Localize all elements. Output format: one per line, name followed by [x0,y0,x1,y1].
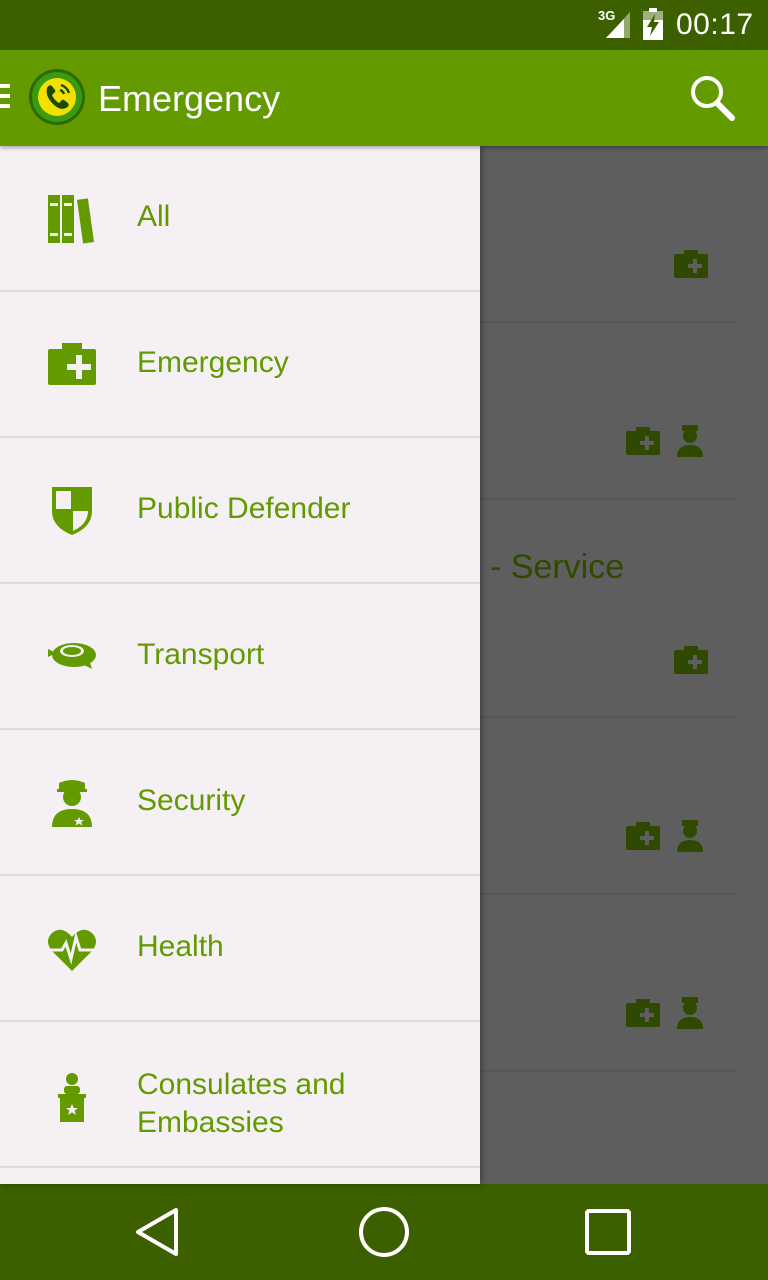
drawer-item-health[interactable]: Health [0,876,480,1022]
medical-kit-icon [48,343,96,385]
medical-kit-icon [674,646,708,674]
drawer-item-emergency[interactable]: Emergency [0,292,480,438]
background-list-text: - Service [490,548,625,586]
drawer-item-transport[interactable]: Transport [0,584,480,730]
drawer-item-label: Transport [137,638,265,671]
search-icon[interactable] [688,74,736,122]
list-item [480,718,736,895]
back-icon[interactable] [132,1206,184,1258]
police-officer-icon [677,425,703,457]
list-item [480,895,736,1072]
drawer-item-consulates-embassies[interactable]: Consulates and Embassies [0,1022,480,1168]
drawer-item-label: Security [137,784,246,817]
home-icon[interactable] [358,1206,410,1258]
vehicle-icon [48,643,96,669]
clock: 00:17 [676,8,754,41]
drawer-item-security[interactable]: Security [0,730,480,876]
books-icon [48,195,95,244]
status-bar: 3G 00:17 [0,0,768,50]
drawer-item-label: Health [137,930,224,963]
heartbeat-icon [48,929,96,971]
drawer-item-label: All [137,200,171,233]
police-officer-icon [52,780,92,827]
app-title: Emergency [98,78,281,119]
police-officer-icon [677,820,703,852]
phone-logo-icon [29,69,85,125]
podium-icon [58,1073,86,1122]
list-item [480,500,736,718]
drawer-item-label: Emergency [137,346,289,379]
medical-kit-icon [674,250,708,278]
signal-icon [606,12,630,38]
background-list: - Service [480,146,768,1184]
app-bar: Emergency [0,50,768,146]
medical-kit-icon [626,427,660,455]
recents-icon[interactable] [582,1206,634,1258]
menu-icon[interactable] [0,84,10,114]
medical-kit-icon [626,822,660,850]
medical-kit-icon [626,999,660,1027]
list-item [480,146,736,323]
navigation-drawer: All Emergency Public Defender Transport [0,146,480,1184]
drawer-item-public-defender[interactable]: Public Defender [0,438,480,584]
shield-icon [52,487,92,535]
battery-charging-icon [643,8,663,40]
drawer-item-all[interactable]: All [0,146,480,292]
police-officer-icon [677,997,703,1029]
drawer-item-label: Public Defender [137,492,351,525]
system-navigation-bar [0,1184,768,1280]
list-item [480,323,736,500]
drawer-item-label: Consulates and Embassies [137,1068,346,1139]
